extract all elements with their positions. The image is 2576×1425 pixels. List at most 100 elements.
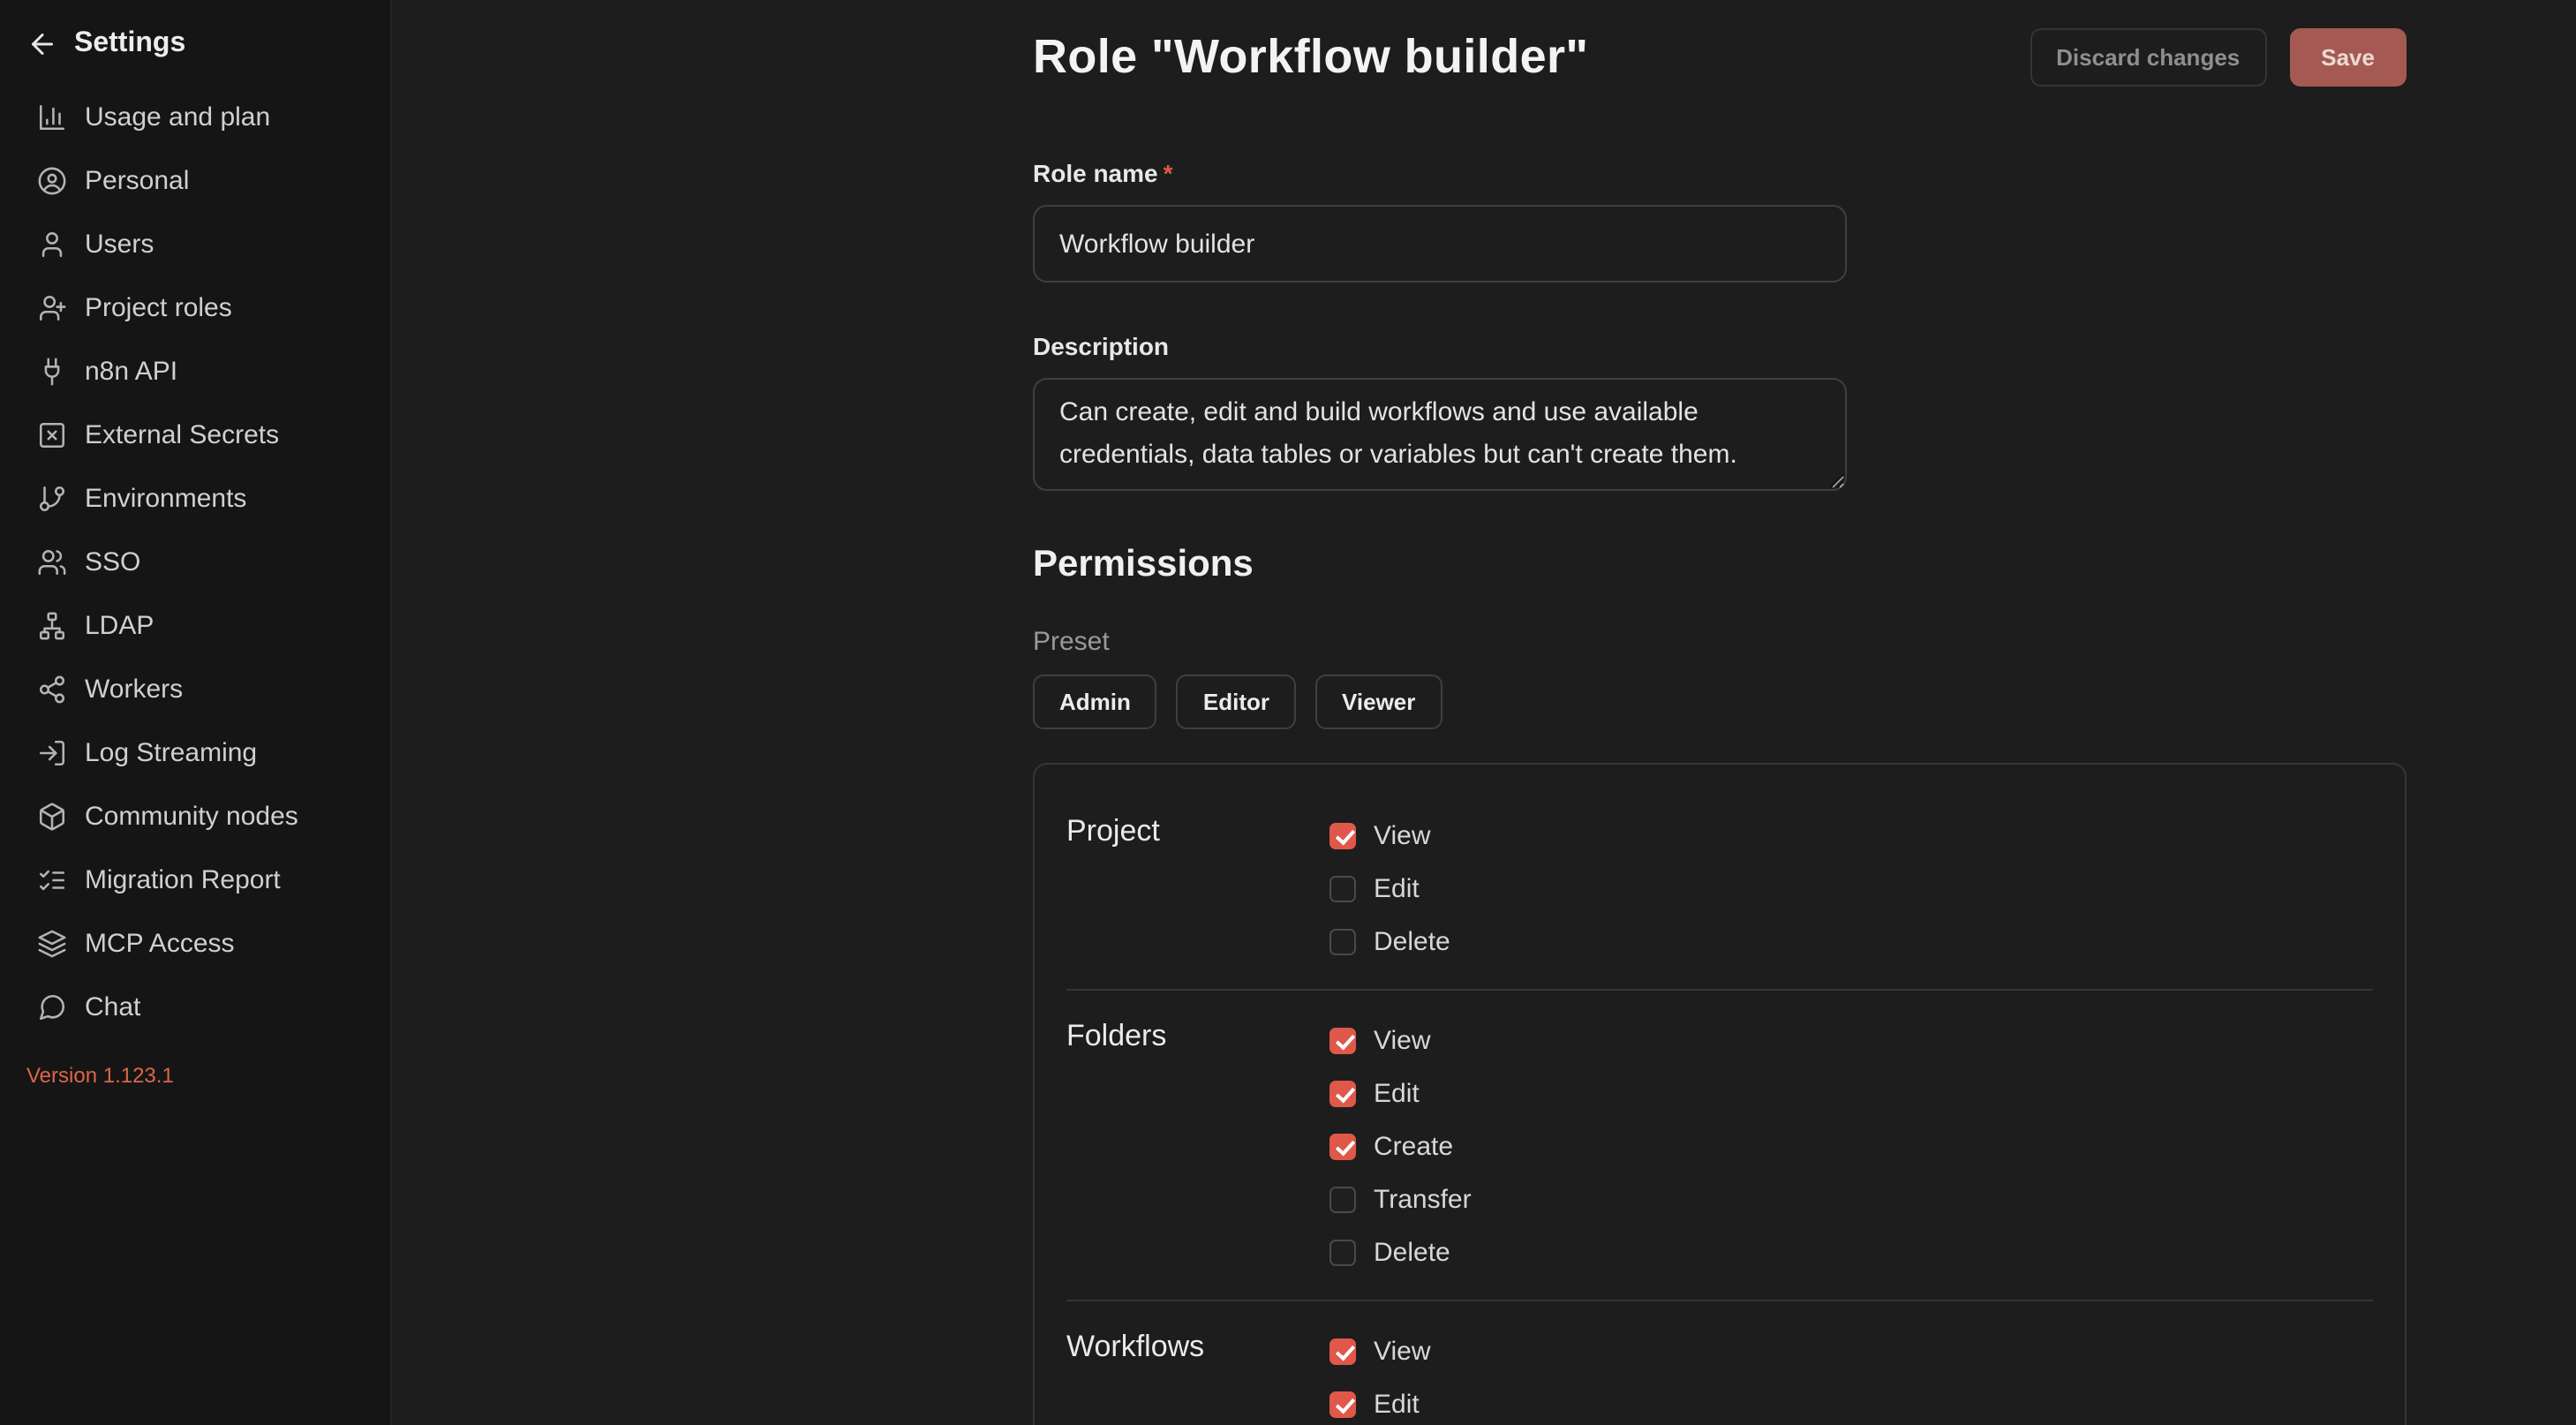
sidebar-item-mcp-access[interactable]: MCP Access	[11, 911, 380, 975]
role-name-label: Role name*	[1033, 159, 2407, 187]
checkbox[interactable]	[1329, 1133, 1356, 1159]
sidebar-item-chat[interactable]: Chat	[11, 975, 380, 1038]
checkbox-label: View	[1374, 1336, 1431, 1366]
role-name-label-text: Role name	[1033, 159, 1158, 187]
permission-group-name: Workflows	[1066, 1324, 1329, 1425]
permission-row[interactable]: Create	[1329, 1120, 2373, 1172]
checkbox-label: Create	[1374, 1131, 1453, 1161]
chat-bubble-icon	[37, 991, 67, 1022]
sidebar-item-usage-and-plan[interactable]: Usage and plan	[11, 85, 380, 148]
preset-buttons: Admin Editor Viewer	[1033, 675, 2407, 729]
role-name-input[interactable]	[1033, 205, 1847, 283]
sidebar-item-label: External Secrets	[85, 419, 279, 449]
sidebar-item-migration-report[interactable]: Migration Report	[11, 848, 380, 911]
box-x-icon	[37, 419, 67, 449]
permission-group-name: Folders	[1066, 1014, 1329, 1278]
main-content: Role "Workflow builder" Discard changes …	[392, 0, 2576, 1425]
sidebar-item-label: Personal	[85, 165, 189, 195]
permission-row[interactable]: Transfer	[1329, 1172, 2373, 1225]
permission-row[interactable]: Delete	[1329, 1225, 2373, 1278]
permission-row[interactable]: Edit	[1329, 1377, 2373, 1425]
checkbox[interactable]	[1329, 1239, 1356, 1265]
permission-row[interactable]: View	[1329, 1324, 2373, 1377]
git-branch-icon	[37, 483, 67, 513]
checkbox-label: Delete	[1374, 1237, 1450, 1267]
divider	[1066, 1300, 2373, 1301]
sidebar-item-sso[interactable]: SSO	[11, 530, 380, 593]
sidebar-item-label: n8n API	[85, 356, 177, 386]
sidebar-item-community-nodes[interactable]: Community nodes	[11, 784, 380, 848]
required-asterisk: *	[1164, 159, 1173, 187]
checkbox[interactable]	[1329, 928, 1356, 954]
checkbox-label: View	[1374, 820, 1431, 850]
sitemap-icon	[37, 610, 67, 640]
sidebar-item-label: Usage and plan	[85, 102, 270, 132]
preset-viewer-button[interactable]: Viewer	[1315, 675, 1442, 729]
sidebar-item-personal[interactable]: Personal	[11, 148, 380, 212]
permission-row[interactable]: Delete	[1329, 915, 2373, 968]
checkbox-label: Transfer	[1374, 1184, 1472, 1214]
checkbox[interactable]	[1329, 1391, 1356, 1417]
sidebar-item-ldap[interactable]: LDAP	[11, 593, 380, 657]
sidebar-item-n8n-api[interactable]: n8n API	[11, 339, 380, 403]
sidebar-item-workers[interactable]: Workers	[11, 657, 380, 720]
save-button[interactable]: Save	[2289, 28, 2407, 87]
user-circle-icon	[37, 165, 67, 195]
app-window: Settings Usage and plan Personal Users P…	[0, 0, 2576, 1425]
discard-changes-button[interactable]: Discard changes	[2030, 28, 2266, 87]
version-label: Version 1.123.1	[0, 1063, 390, 1088]
permission-row[interactable]: View	[1329, 1014, 2373, 1067]
header-actions: Discard changes Save	[2030, 28, 2407, 87]
sidebar-menu: Usage and plan Personal Users Project ro…	[0, 85, 390, 1038]
checkbox[interactable]	[1329, 1027, 1356, 1053]
page-title: Role "Workflow builder"	[1033, 30, 1588, 85]
checkbox[interactable]	[1329, 1080, 1356, 1106]
sidebar-item-environments[interactable]: Environments	[11, 466, 380, 530]
permission-row[interactable]: Edit	[1329, 1067, 2373, 1120]
package-icon	[37, 801, 67, 831]
checkbox-label: Edit	[1374, 873, 1420, 903]
sidebar-item-label: Project roles	[85, 292, 232, 322]
permission-group-folders: Folders View Edit Create	[1066, 1014, 2373, 1278]
log-in-icon	[37, 737, 67, 767]
checkbox-label: Delete	[1374, 926, 1450, 956]
permissions-card: Project View Edit Delete	[1033, 763, 2407, 1425]
permission-group-name: Project	[1066, 809, 1329, 968]
sidebar-item-users[interactable]: Users	[11, 212, 380, 275]
chart-icon	[37, 102, 67, 132]
sidebar-item-label: Log Streaming	[85, 737, 257, 767]
preset-admin-button[interactable]: Admin	[1033, 675, 1157, 729]
checkbox-label: View	[1374, 1025, 1431, 1055]
checkbox[interactable]	[1329, 822, 1356, 848]
sidebar-item-label: SSO	[85, 547, 140, 577]
list-checks-icon	[37, 864, 67, 894]
settings-sidebar: Settings Usage and plan Personal Users P…	[0, 0, 392, 1425]
back-arrow-icon[interactable]	[26, 28, 58, 60]
permission-group-workflows: Workflows View Edit Create	[1066, 1324, 2373, 1425]
checkbox[interactable]	[1329, 1338, 1356, 1364]
description-label: Description	[1033, 332, 2407, 360]
sidebar-header: Settings	[0, 25, 390, 85]
preset-label: Preset	[1033, 627, 2407, 657]
description-textarea[interactable]: Can create, edit and build workflows and…	[1033, 378, 1847, 491]
checkbox-label: Edit	[1374, 1078, 1420, 1108]
users-icon	[37, 547, 67, 577]
checkbox[interactable]	[1329, 875, 1356, 901]
sidebar-item-label: Workers	[85, 674, 183, 704]
layers-icon	[37, 928, 67, 958]
sidebar-item-external-secrets[interactable]: External Secrets	[11, 403, 380, 466]
divider	[1066, 989, 2373, 991]
sidebar-item-label: MCP Access	[85, 928, 235, 958]
user-icon	[37, 229, 67, 259]
permission-row[interactable]: Edit	[1329, 862, 2373, 915]
sidebar-item-project-roles[interactable]: Project roles	[11, 275, 380, 339]
sidebar-item-label: Users	[85, 229, 154, 259]
preset-editor-button[interactable]: Editor	[1177, 675, 1296, 729]
checkbox[interactable]	[1329, 1186, 1356, 1212]
sidebar-item-label: LDAP	[85, 610, 154, 640]
permissions-heading: Permissions	[1033, 544, 2407, 586]
permission-row[interactable]: View	[1329, 809, 2373, 862]
sidebar-item-log-streaming[interactable]: Log Streaming	[11, 720, 380, 784]
share-network-icon	[37, 674, 67, 704]
sidebar-title: Settings	[74, 28, 185, 60]
